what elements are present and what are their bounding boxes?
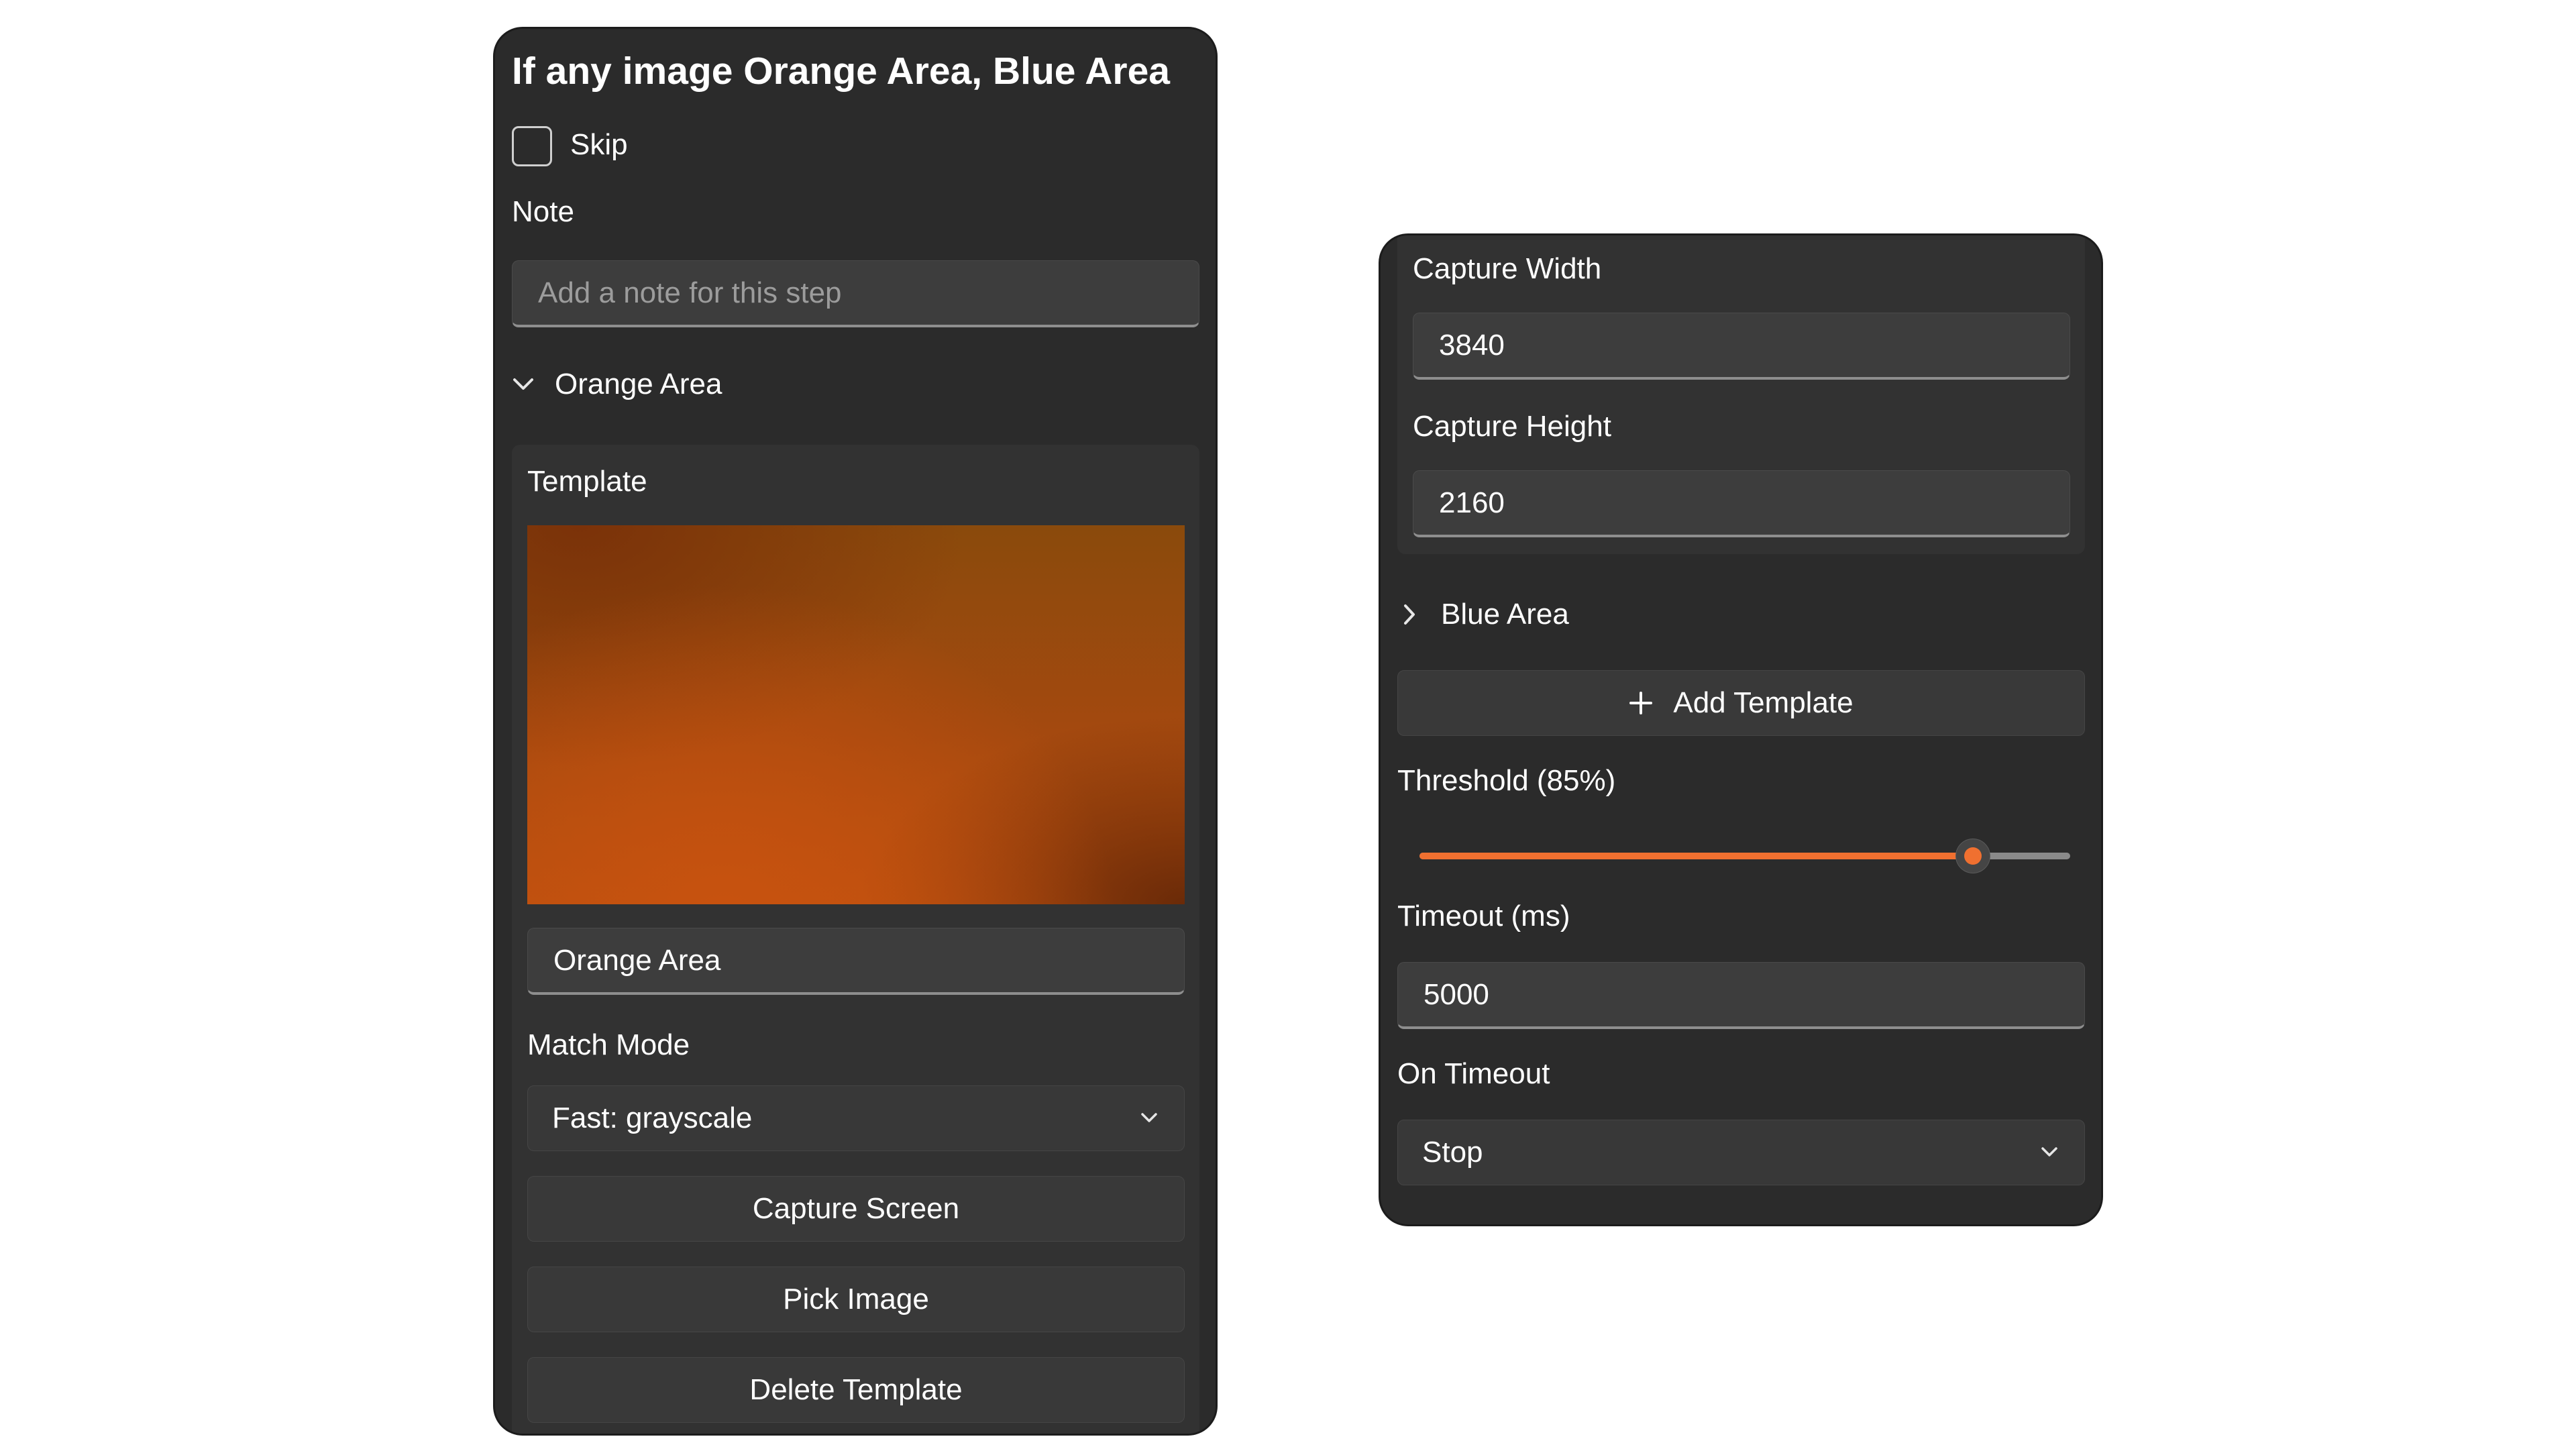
blue-area-section-title: Blue Area	[1441, 598, 1569, 631]
template-label: Template	[527, 465, 647, 498]
orange-area-section-title: Orange Area	[555, 368, 722, 400]
threshold-label: Threshold (85%)	[1397, 764, 1616, 797]
chevron-down-icon	[512, 377, 535, 392]
threshold-slider[interactable]	[1419, 836, 2070, 876]
skip-checkbox[interactable]	[512, 126, 552, 166]
capture-width-input[interactable]: 3840	[1413, 313, 2070, 380]
plus-icon	[1629, 691, 1653, 715]
slider-fill	[1419, 853, 1973, 859]
blue-area-section-header[interactable]: Blue Area	[1402, 598, 1569, 631]
timeout-input[interactable]: 5000	[1397, 962, 2085, 1029]
pick-image-button[interactable]: Pick Image	[527, 1267, 1185, 1332]
step-title: If any image Orange Area, Blue Area	[512, 50, 1170, 93]
capture-width-label: Capture Width	[1413, 252, 1602, 285]
slider-thumb-center	[1964, 847, 1982, 865]
timeout-label: Timeout (ms)	[1397, 900, 1570, 932]
capture-height-label: Capture Height	[1413, 410, 1611, 443]
note-label: Note	[512, 195, 574, 228]
capture-height-input[interactable]: 2160	[1413, 470, 2070, 537]
chevron-down-icon	[2040, 1146, 2059, 1159]
chevron-right-icon	[1402, 603, 1417, 626]
skip-label: Skip	[570, 128, 628, 161]
match-mode-select[interactable]: Fast: grayscale	[527, 1085, 1185, 1151]
note-input[interactable]: Add a note for this step	[512, 260, 1199, 327]
slider-thumb[interactable]	[1955, 839, 1990, 873]
orange-area-section-header[interactable]: Orange Area	[512, 368, 722, 401]
on-timeout-value: Stop	[1422, 1136, 1483, 1169]
template-image-preview	[527, 525, 1185, 904]
match-mode-value: Fast: grayscale	[552, 1102, 753, 1134]
capture-screen-button[interactable]: Capture Screen	[527, 1176, 1185, 1242]
add-template-button[interactable]: Add Template	[1397, 670, 2085, 736]
match-mode-label: Match Mode	[527, 1028, 690, 1061]
on-timeout-label: On Timeout	[1397, 1057, 1550, 1090]
chevron-down-icon	[1140, 1112, 1159, 1125]
add-template-label: Add Template	[1673, 686, 1854, 719]
on-timeout-select[interactable]: Stop	[1397, 1120, 2085, 1185]
delete-template-button[interactable]: Delete Template	[527, 1357, 1185, 1423]
step-editor-panel-continued: Capture Width 3840 Capture Height 2160 B…	[1379, 233, 2103, 1226]
step-editor-panel: If any image Orange Area, Blue Area Skip…	[493, 27, 1218, 1436]
template-name-input[interactable]: Orange Area	[527, 928, 1185, 995]
